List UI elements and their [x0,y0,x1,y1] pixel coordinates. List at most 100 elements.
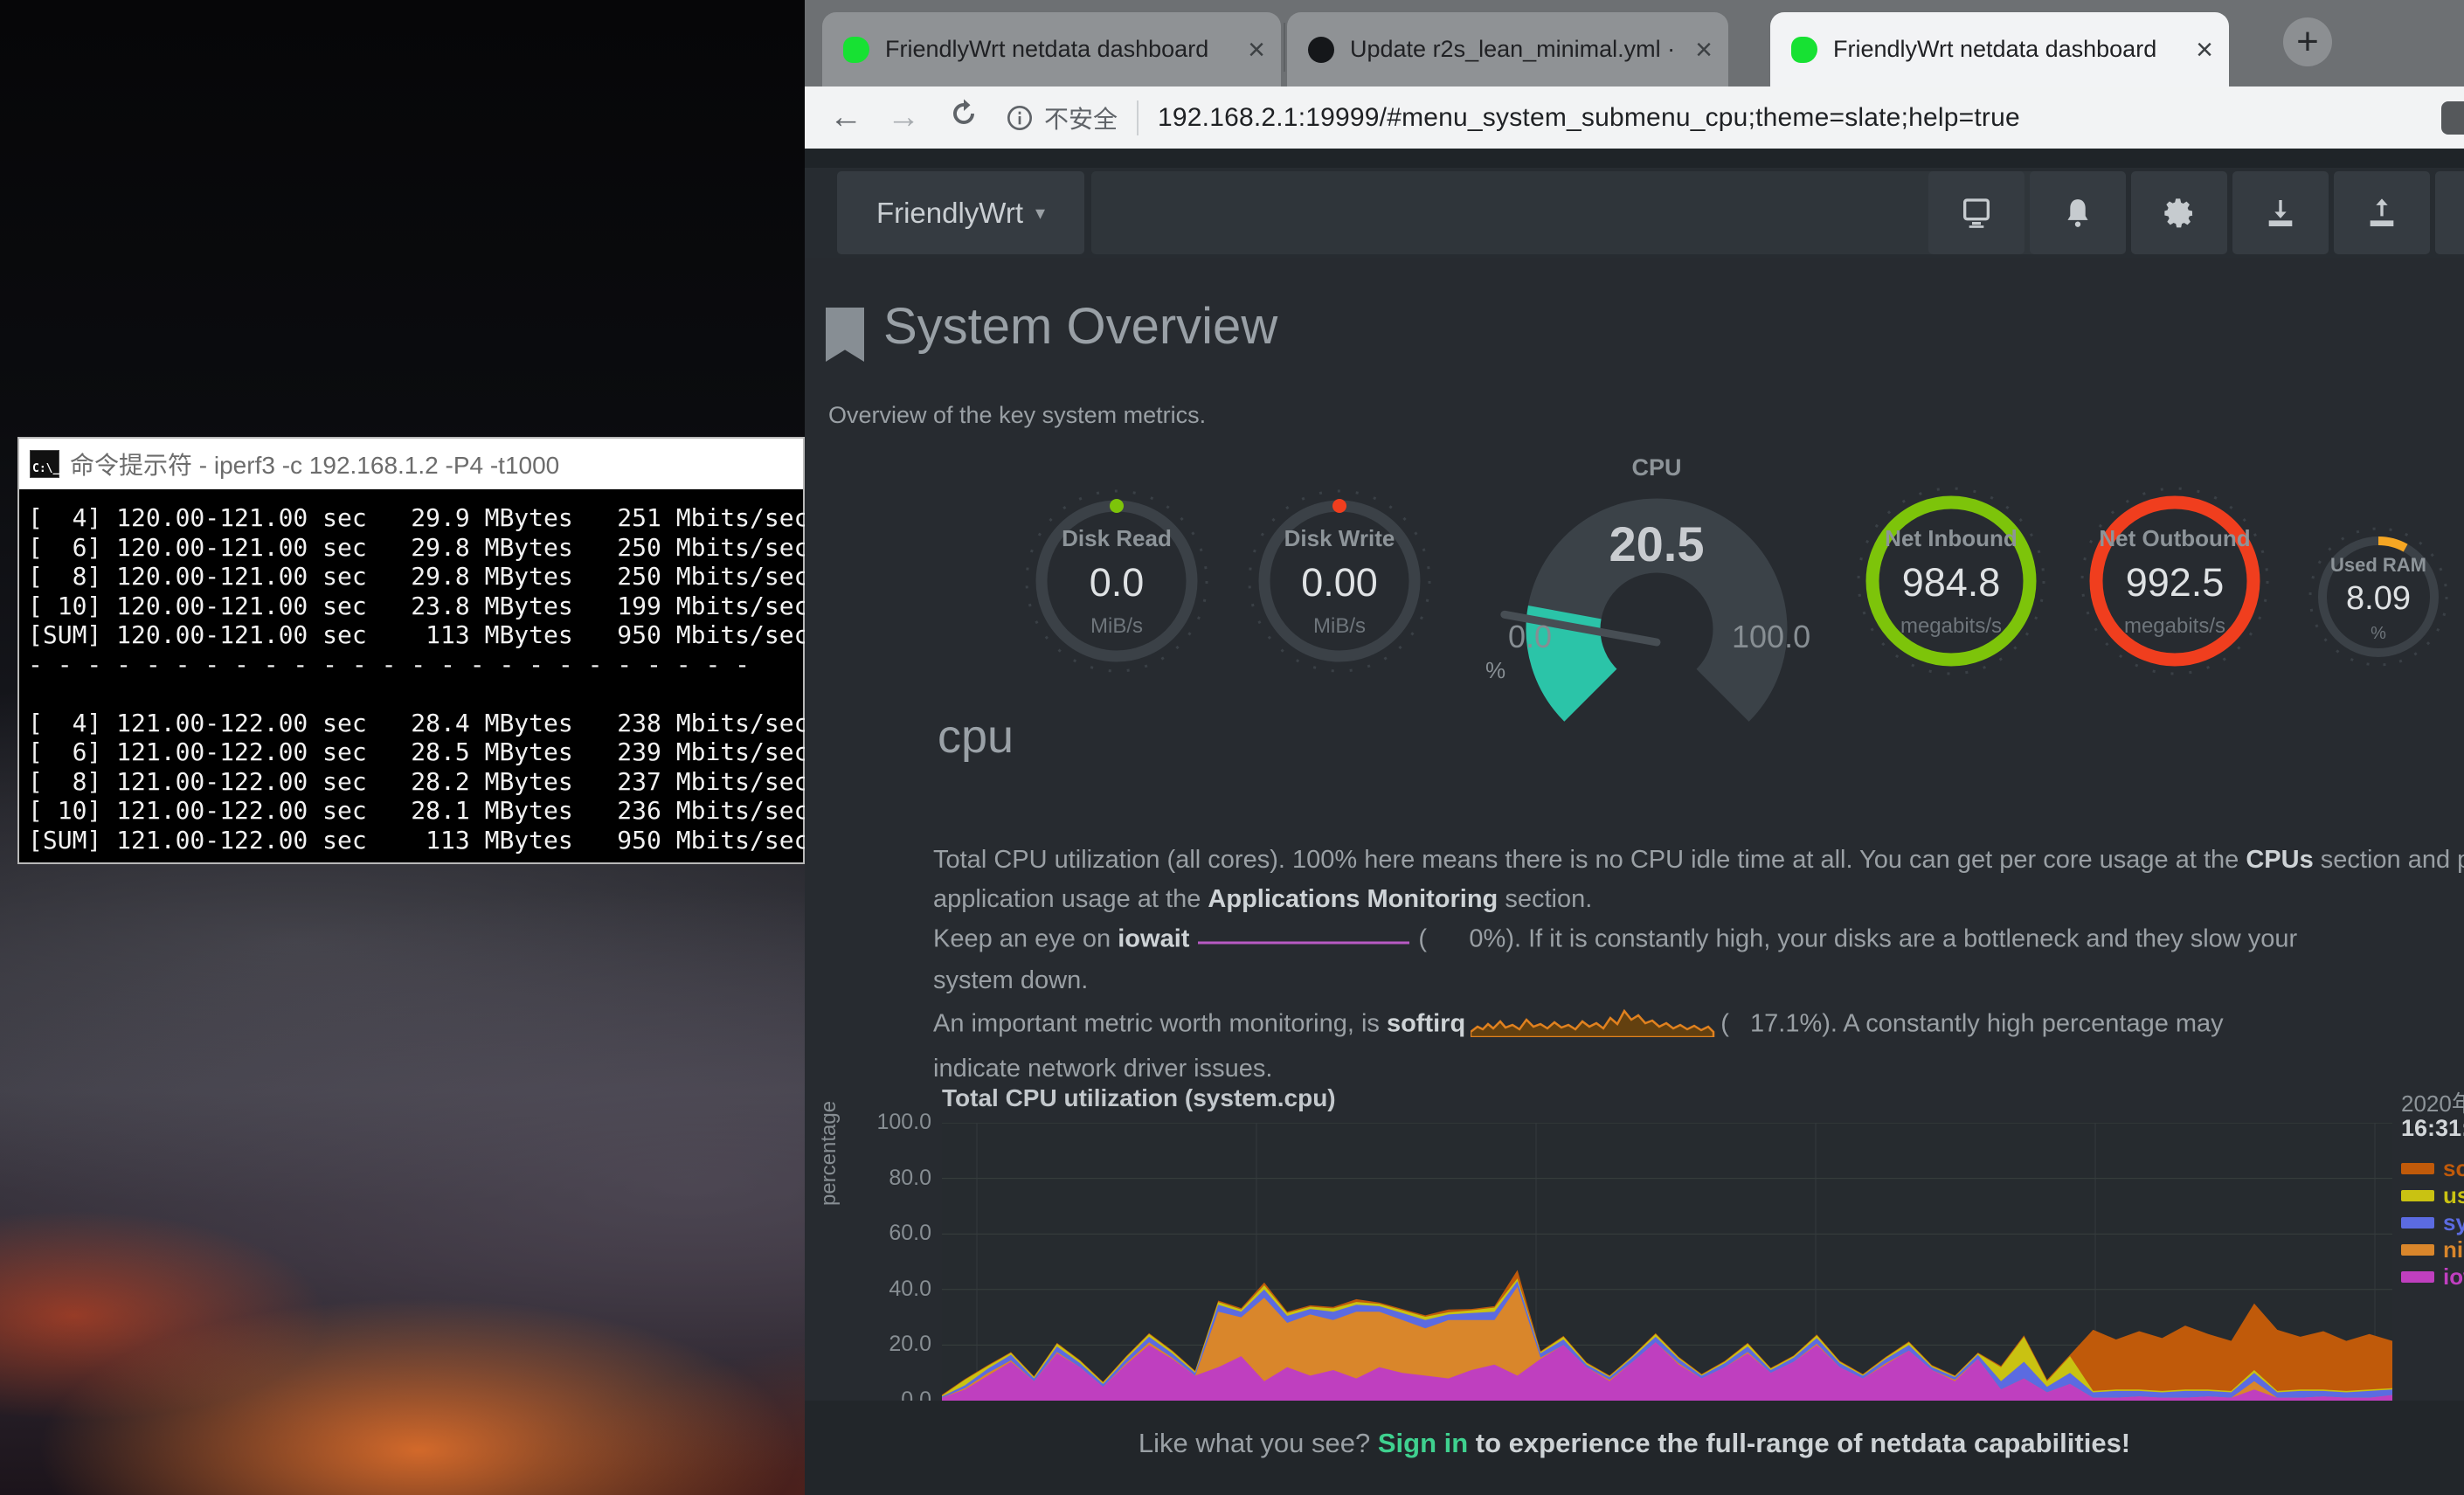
download-icon [2263,196,2298,231]
gauge-label: Net Outbound [2079,525,2271,552]
bell-icon [2061,196,2094,231]
nodes-view-button[interactable] [1928,171,2024,254]
upload-icon [2364,196,2399,231]
legend-swatch [2401,1271,2434,1283]
gauge-value: 0.00 [1243,560,1436,606]
gauge-net-inbound: Net Inbound 984.8 megabits/s [1855,485,2047,677]
legend-item-iowait[interactable]: iowait [2401,1263,2464,1291]
tab-close-icon[interactable]: × [2196,37,2213,63]
tab-strip: FriendlyWrt netdata dashboard × Update r… [805,0,2464,87]
cpu-chart-plot[interactable] [942,1123,2392,1401]
gauge-used-ram: Used RAM 8.09 % [2304,523,2453,671]
chart-y-ticks: 0.020.040.060.080.0100.0 [805,1123,931,1401]
y-tick-label: 80.0 [889,1166,931,1191]
page-title: System Overview [883,297,1277,356]
bookmark-icon [826,308,864,362]
softirq-sparkline [1471,1000,1715,1049]
browser-toolbar: ← → 不安全 192.168.2.1:19999/#menu_system_s… [805,87,2464,149]
signin-banner: Like what you see? Sign in to experience… [805,1401,2464,1495]
gauge-unit: MiB/s [1243,614,1436,639]
terminal-line: - - - - - - - - - - - - - - - - - - - - … [28,650,803,680]
gauge-value: 992.5 [2079,560,2271,606]
chart-timestamp-time: 16:31:2 [2401,1115,2464,1142]
terminal-line: [ 8] 120.00-121.00 sec 29.8 MBytes 250 M… [28,562,803,592]
gauge-value: 0.0 [1021,560,1213,606]
desktop: C:\_ 命令提示符 - iperf3 -c 192.168.1.2 -P4 -… [0,0,2464,1495]
export-button[interactable] [2334,171,2430,254]
y-tick-label: 20.0 [889,1332,931,1357]
back-icon[interactable]: ← [829,99,862,136]
settings-button[interactable] [2131,171,2227,254]
brand-dropdown[interactable]: FriendlyWrt ▾ [837,171,1084,254]
tab-github[interactable]: Update r2s_lean_minimal.yml · k × [1287,12,1728,87]
terminal-line: [ 10] 120.00-121.00 sec 23.8 MBytes 199 … [28,592,803,621]
gauge-label: Used RAM [2304,554,2453,577]
cpu-description: Total CPU utilization (all cores). 100% … [933,841,2464,1089]
y-tick-label: 100.0 [876,1110,931,1135]
tab-netdata-2-active[interactable]: FriendlyWrt netdata dashboard × [1770,12,2229,87]
reload-icon[interactable] [948,98,979,138]
tab-title: Update r2s_lean_minimal.yml · k [1350,36,1681,63]
terminal-line: [ 4] 120.00-121.00 sec 29.9 MBytes 251 M… [28,503,803,533]
url-field[interactable]: 192.168.2.1:19999/#menu_system_submenu_c… [1158,103,2020,133]
gauge-label: CPU [1473,454,1840,481]
gauge-net-outbound: Net Outbound 992.5 megabits/s [2079,485,2271,677]
description-line: system down. [933,961,2464,1000]
terminal-title: 命令提示符 - iperf3 -c 192.168.1.2 -P4 -t1000 [70,446,559,481]
new-tab-button[interactable]: + [2283,17,2332,66]
gauge-unit: % [1485,657,1505,684]
description-line: Total CPU utilization (all cores). 100% … [933,841,2464,880]
tab-close-icon[interactable]: × [1695,37,1713,63]
netdata-favicon [1791,37,1817,63]
forward-icon[interactable]: → [887,99,920,136]
legend-name: iowait [2443,1263,2464,1291]
legend-name: nice [2443,1236,2464,1263]
gauge-disk-write: Disk Write 0.00 MiB/s [1243,485,1436,677]
legend-swatch [2401,1190,2434,1201]
navbar-button-partial[interactable] [2435,171,2464,254]
gauge-unit: megabits/s [1855,614,2047,639]
site-security-chip[interactable]: 不安全 [1006,100,1118,135]
legend-item-nice[interactable]: nice [2401,1236,2464,1263]
signin-text: Like what you see? Sign in to experience… [1139,1423,2130,1463]
gauge-disk-read: Disk Read 0.0 MiB/s [1021,485,1213,677]
legend-item-user[interactable]: user [2401,1182,2464,1209]
browser-window: FriendlyWrt netdata dashboard × Update r… [805,0,2464,1495]
terminal-output: [ 4] 120.00-121.00 sec 29.9 MBytes 251 M… [19,489,803,855]
extension-icon[interactable] [2441,101,2464,135]
chart-title: Total CPU utilization (system.cpu) [942,1084,1336,1112]
legend-swatch [2401,1163,2434,1174]
tab-title: FriendlyWrt netdata dashboard [1833,36,2182,63]
legend-name: system [2443,1209,2464,1236]
alarms-button[interactable] [2030,171,2126,254]
gauge-value: 8.09 [2304,580,2453,618]
import-button[interactable] [2232,171,2329,254]
description-line: Keep an eye on iowait( 0%). If it is con… [933,919,2464,961]
gauge-max: 100.0 [1732,619,1810,655]
page-subtitle: Overview of the key system metrics. [828,402,1206,429]
terminal-window: C:\_ 命令提示符 - iperf3 -c 192.168.1.2 -P4 -… [17,437,805,864]
legend-item-softirq[interactable]: softirq [2401,1155,2464,1182]
description-line: An important metric worth monitoring, is… [933,1000,2464,1049]
iowait-sparkline [1194,919,1413,961]
terminal-titlebar[interactable]: C:\_ 命令提示符 - iperf3 -c 192.168.1.2 -P4 -… [19,439,803,489]
legend-item-system[interactable]: system [2401,1209,2464,1236]
description-line: indicate network driver issues. [933,1049,2464,1089]
terminal-line: [ 6] 120.00-121.00 sec 29.8 MBytes 250 M… [28,533,803,563]
tab-netdata-1[interactable]: FriendlyWrt netdata dashboard × [822,12,1281,87]
gauge-unit: % [2304,624,2453,644]
gauge-value: 984.8 [1855,560,2047,606]
github-favicon [1308,37,1334,63]
cpu-section-heading: cpu [938,709,1014,764]
gauge-dot [1332,499,1346,513]
tab-close-icon[interactable]: × [1248,37,1265,63]
gauge-unit: megabits/s [2079,614,2271,639]
terminal-line: [ 4] 121.00-122.00 sec 28.4 MBytes 238 M… [28,709,803,738]
brand-label: FriendlyWrt [876,197,1023,230]
monitor-icon [1959,196,1994,231]
gear-icon [2162,196,2197,231]
chart-legend: softirqusersystemniceiowait [2401,1155,2464,1291]
gauge-cpu: CPU 20.5 0.0 100.0 % [1473,454,1840,751]
legend-name: user [2443,1182,2464,1209]
gauge-label: Disk Write [1243,525,1436,552]
